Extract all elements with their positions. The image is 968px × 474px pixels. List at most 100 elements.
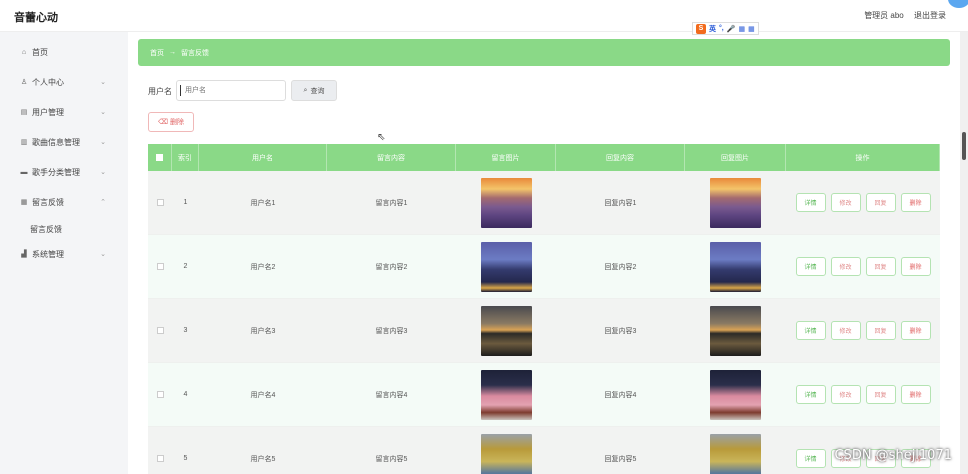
ime-mic-icon[interactable]: 🎤 [727, 25, 736, 33]
row-checkbox[interactable] [148, 427, 172, 474]
row-checkbox[interactable] [148, 235, 172, 298]
sidebar-item-label: 留言反馈 [32, 197, 64, 207]
header-user[interactable]: 用户名 [199, 144, 327, 171]
cell-reply: 回复内容5 [604, 455, 637, 463]
top-bar: 音蕾心动 管理员 abo 退出登录 [0, 0, 968, 32]
edit-button[interactable]: 修改 [830, 257, 861, 276]
sidebar-subitem-feedback[interactable]: 留言反馈 [30, 224, 62, 235]
mouse-cursor-icon: ⇖ [377, 132, 386, 143]
message-image[interactable] [480, 241, 532, 292]
header-index[interactable]: 索引 [172, 144, 199, 171]
header-message[interactable]: 留言内容 [327, 144, 456, 171]
cell-index: 3 [183, 327, 188, 334]
search-button-label: 查询 [310, 87, 325, 95]
reply-image[interactable] [710, 369, 761, 420]
scrollbar-track[interactable] [960, 32, 968, 474]
reply-button[interactable]: 回复 [865, 257, 896, 276]
sidebar-item-label: 个人中心 [32, 77, 64, 87]
cell-message: 留言内容5 [375, 455, 408, 463]
sidebar-item-songs[interactable]: ▥ 歌曲信息管理 ⌄ [0, 132, 114, 152]
cell-index: 1 [183, 199, 188, 206]
row-checkbox[interactable] [148, 299, 172, 362]
reply-image[interactable] [710, 241, 761, 292]
sidebar-item-label: 系统管理 [32, 249, 64, 259]
sidebar-item-feedback[interactable]: ▦ 留言反馈 ⌃ [0, 192, 114, 212]
delete-button[interactable]: 删除 [900, 193, 931, 212]
ime-lang-toggle[interactable]: 英 [709, 24, 716, 34]
cell-index: 4 [183, 391, 188, 398]
header-user-area: 管理员 abo 退出登录 [856, 10, 946, 21]
detail-button[interactable]: 详情 [795, 321, 826, 340]
sidebar-item-singer-categories[interactable]: ▬ 歌手分类管理 ⌄ [0, 162, 114, 182]
edit-button[interactable]: 修改 [830, 321, 861, 340]
reply-image[interactable] [710, 433, 761, 474]
cell-reply: 回复内容4 [604, 391, 637, 399]
select-all-checkbox[interactable] [148, 144, 172, 171]
table-row: 2 用户名2 留言内容2 回复内容2 详情 修改 回复 删除 [148, 235, 940, 299]
search-label: 用户名 [148, 87, 172, 96]
sidebar: ⌂ 首页 ♙ 个人中心 ⌄ ▤ 用户管理 ⌄ ▥ 歌曲信息管理 ⌄ ▬ 歌手分类… [0, 32, 114, 474]
header-reply[interactable]: 回复内容 [556, 144, 685, 171]
chevron-down-icon: ⌄ [100, 169, 106, 176]
header-reply-image[interactable]: 回复图片 [685, 144, 786, 171]
arrow-right-icon: → [169, 49, 176, 56]
cell-message: 留言内容2 [375, 263, 408, 271]
grid-icon: ▦ [20, 199, 28, 206]
cell-user: 用户名3 [250, 327, 276, 335]
search-input[interactable] [176, 80, 286, 101]
edit-button[interactable]: 修改 [830, 385, 861, 404]
sidebar-item-home[interactable]: ⌂ 首页 [0, 42, 114, 62]
admin-user-label[interactable]: 管理员 abo [864, 11, 904, 20]
delete-button[interactable]: 删除 [900, 385, 931, 404]
sidebar-item-label: 歌曲信息管理 [32, 137, 80, 147]
reply-image[interactable] [710, 177, 761, 228]
edit-button[interactable]: 修改 [830, 193, 861, 212]
chevron-up-icon: ⌃ [100, 199, 106, 206]
cell-message: 留言内容1 [375, 199, 408, 207]
breadcrumb-current: 留言反馈 [181, 49, 209, 57]
chevron-down-icon: ⌄ [100, 251, 106, 258]
message-image[interactable] [480, 177, 532, 228]
detail-button[interactable]: 详情 [795, 257, 826, 276]
text-caret [180, 85, 181, 96]
sidebar-item-users[interactable]: ▤ 用户管理 ⌄ [0, 102, 114, 122]
search-button[interactable]: ⌕ 查询 [291, 80, 337, 101]
reply-button[interactable]: 回复 [865, 321, 896, 340]
cell-message: 留言内容4 [375, 391, 408, 399]
message-image[interactable] [480, 305, 532, 356]
delete-button[interactable]: 删除 [900, 257, 931, 276]
cell-reply: 回复内容3 [604, 327, 637, 335]
reply-image[interactable] [710, 305, 761, 356]
detail-button[interactable]: 详情 [795, 193, 826, 212]
detail-button[interactable]: 详情 [795, 385, 826, 404]
breadcrumb-home[interactable]: 首页 [150, 48, 164, 58]
chevron-down-icon: ⌄ [100, 109, 106, 116]
ime-keyboard-icon[interactable]: ▦ [738, 25, 745, 33]
reply-button[interactable]: 回复 [865, 385, 896, 404]
cell-user: 用户名2 [250, 263, 276, 271]
logout-link[interactable]: 退出登录 [914, 11, 946, 20]
user-icon: ♙ [20, 79, 28, 86]
sidebar-item-label: 歌手分类管理 [32, 167, 80, 177]
batch-delete-button[interactable]: ⌫ 删除 [148, 112, 194, 132]
scrollbar-thumb[interactable] [962, 132, 966, 160]
detail-button[interactable]: 详情 [795, 449, 826, 468]
ime-punct-toggle[interactable]: °, [719, 25, 724, 32]
header-actions: 操作 [786, 144, 940, 171]
cell-index: 2 [183, 263, 188, 270]
header-message-image[interactable]: 留言图片 [456, 144, 556, 171]
message-image[interactable] [480, 433, 532, 474]
ime-menu-icon[interactable]: ▦ [748, 25, 755, 33]
cell-message: 留言内容3 [375, 327, 408, 335]
row-checkbox[interactable] [148, 171, 172, 234]
sidebar-item-profile[interactable]: ♙ 个人中心 ⌄ [0, 72, 114, 92]
cell-user: 用户名1 [250, 199, 276, 207]
message-image[interactable] [480, 369, 532, 420]
table-row: 1 用户名1 留言内容1 回复内容1 详情 修改 回复 删除 [148, 171, 940, 235]
sidebar-item-system[interactable]: ▟ 系统管理 ⌄ [0, 244, 114, 264]
ime-toolbar[interactable]: S 英 °, 🎤 ▦ ▦ [692, 22, 759, 35]
row-checkbox[interactable] [148, 363, 172, 426]
delete-button[interactable]: 删除 [900, 321, 931, 340]
cell-index: 5 [183, 455, 188, 462]
reply-button[interactable]: 回复 [865, 193, 896, 212]
